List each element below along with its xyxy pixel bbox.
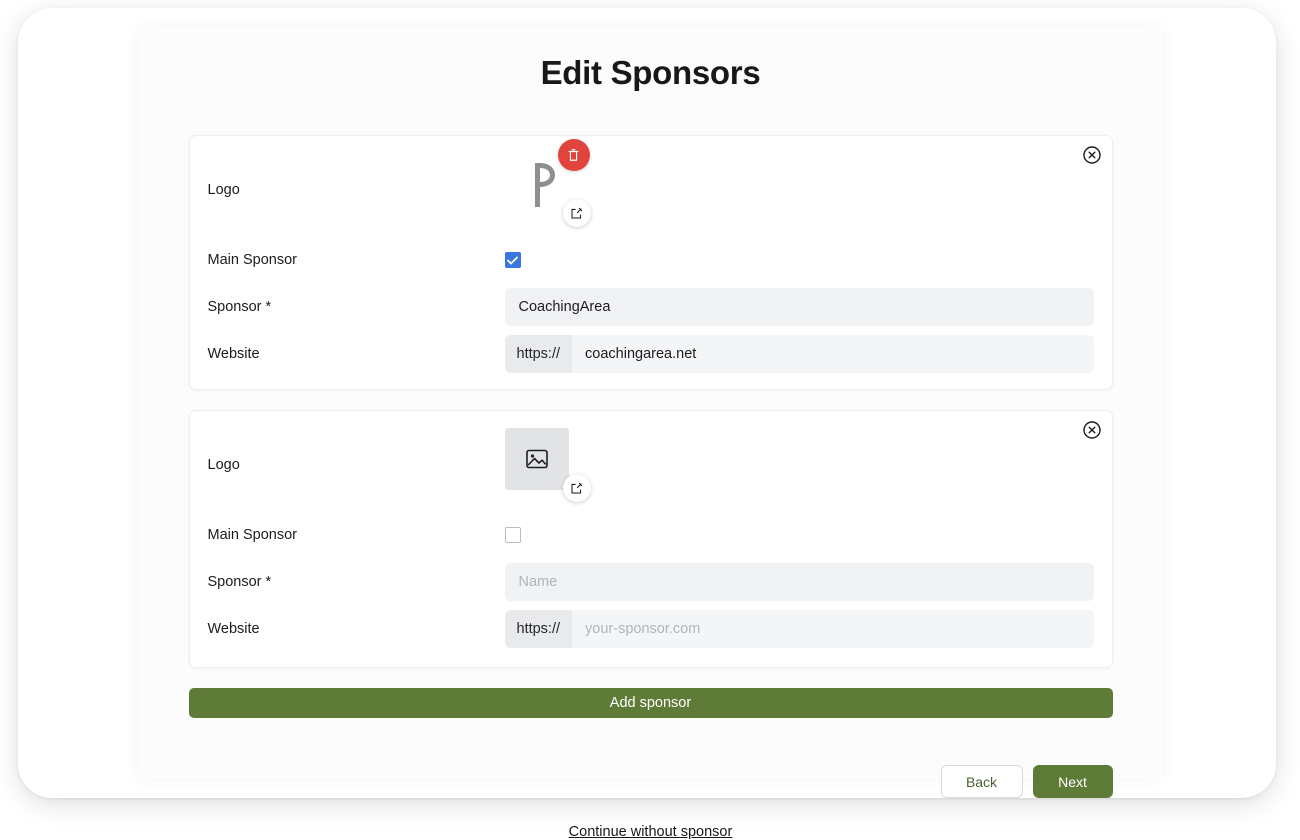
back-button[interactable]: Back	[940, 765, 1023, 798]
page-title: Edit Sponsors	[540, 54, 761, 91]
sponsor-name-label: Sponsor *	[207, 574, 272, 590]
logo-row: Logo	[207, 139, 1094, 232]
logo-uploader[interactable]	[504, 428, 591, 502]
logo-label: Logo	[207, 457, 240, 473]
sponsor-name-row: Sponsor *	[208, 563, 1094, 601]
website-label: Website	[207, 346, 260, 362]
main-sponsor-label: Main Sponsor	[207, 252, 297, 268]
close-circle-icon[interactable]	[1082, 420, 1102, 440]
next-button[interactable]: Next	[1032, 765, 1113, 798]
sponsor-name-label: Sponsor *	[207, 299, 272, 315]
sponsor-card: Logo	[188, 410, 1113, 668]
website-label: Website	[207, 621, 260, 637]
logo-row: Logo	[208, 425, 1094, 507]
sponsor-form: Logo Main Sponsor Sponsor * CoachingArea…	[188, 92, 1113, 840]
wizard-nav: Back Next	[189, 765, 1113, 798]
ca-monogram-icon	[513, 161, 555, 207]
main-sponsor-row: Main Sponsor	[208, 241, 1094, 279]
logo-uploader[interactable]	[504, 139, 591, 227]
url-prefix-label: https://	[504, 610, 573, 648]
logo-label: Logo	[207, 182, 240, 198]
sponsor-name-row: Sponsor *	[208, 288, 1094, 326]
website-row: Website https://	[208, 335, 1094, 373]
page-panel: Edit Sponsors Logo Main Sponsor Sponsor …	[138, 28, 1163, 840]
website-input-group: https://	[504, 610, 1094, 648]
close-circle-icon[interactable]	[1082, 145, 1102, 165]
main-sponsor-label: Main Sponsor	[207, 527, 297, 543]
sponsor-card: Logo	[188, 135, 1113, 390]
add-sponsor-button[interactable]: Add sponsor	[188, 688, 1113, 718]
website-input[interactable]	[572, 335, 1094, 373]
edit-icon[interactable]	[562, 474, 591, 502]
main-sponsor-checkbox[interactable]	[504, 252, 521, 268]
website-row: Website https://	[208, 610, 1094, 648]
image-placeholder-icon	[504, 428, 569, 490]
trash-icon[interactable]	[557, 139, 590, 171]
continue-without-sponsor-link[interactable]: Continue without sponsor	[189, 824, 1113, 840]
main-sponsor-checkbox[interactable]	[504, 527, 521, 543]
main-sponsor-row: Main Sponsor	[208, 516, 1094, 554]
edit-icon[interactable]	[562, 199, 591, 227]
sponsor-name-input[interactable]	[504, 563, 1094, 601]
website-input[interactable]	[572, 610, 1094, 648]
url-prefix-label: https://	[504, 335, 573, 373]
sponsor-name-input[interactable]	[504, 288, 1094, 326]
check-icon	[507, 256, 518, 264]
website-input-group: https://	[504, 335, 1094, 373]
